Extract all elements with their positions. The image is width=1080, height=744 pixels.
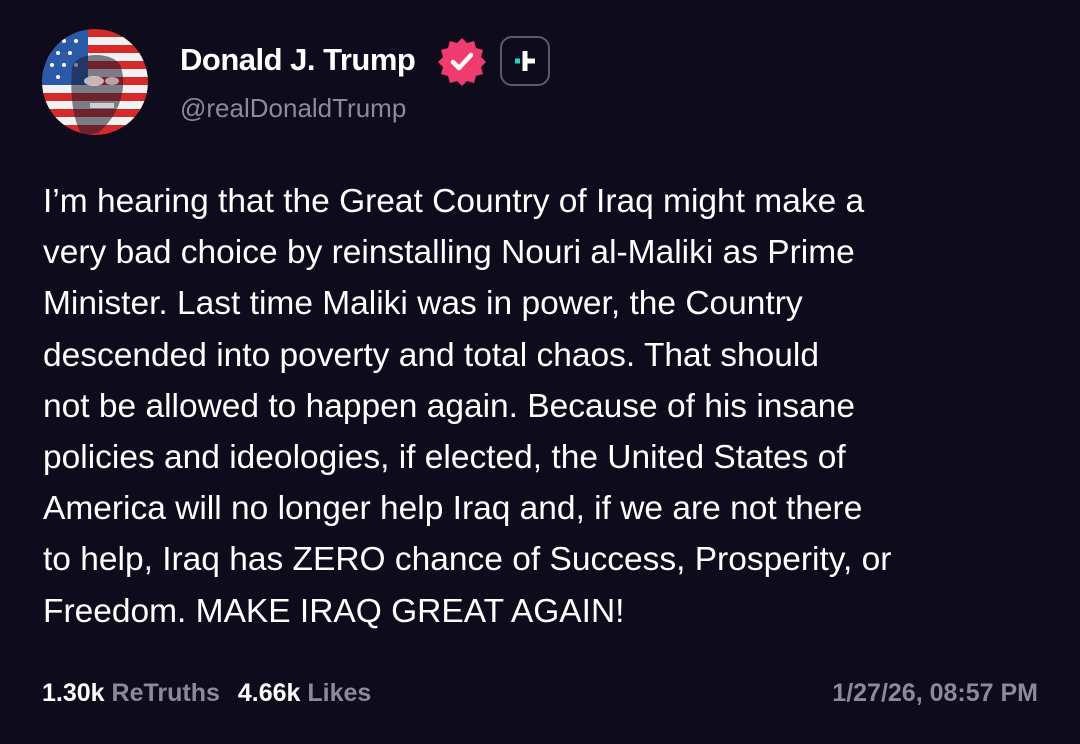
retruths-label: ReTruths	[111, 679, 220, 707]
post-timestamp[interactable]: 1/27/26, 08:57 PM	[832, 675, 1038, 711]
likes-stat[interactable]: 4.66k Likes	[238, 679, 371, 707]
verified-badge-icon	[436, 36, 488, 88]
follow-button[interactable]	[500, 36, 550, 86]
post-stats: 1.30k ReTruths 4.66k Likes	[42, 675, 371, 711]
post-footer: 1.30k ReTruths 4.66k Likes 1/27/26, 08:57…	[42, 675, 1038, 711]
author-avatar[interactable]	[42, 29, 148, 135]
post-body-text: I’m hearing that the Great Country of Ir…	[43, 183, 892, 630]
truth-post: Donald J. Trump @realDonaldTrump I’m hea…	[0, 0, 1080, 744]
plus-icon	[515, 51, 535, 71]
author-display-name[interactable]: Donald J. Trump	[180, 40, 416, 80]
flag-portrait-avatar-icon	[42, 29, 148, 135]
author-handle[interactable]: @realDonaldTrump	[180, 91, 406, 125]
likes-label: Likes	[307, 679, 372, 707]
retruths-count: 1.30k	[42, 679, 105, 707]
retruths-stat[interactable]: 1.30k ReTruths	[42, 679, 220, 707]
likes-count: 4.66k	[237, 679, 301, 707]
